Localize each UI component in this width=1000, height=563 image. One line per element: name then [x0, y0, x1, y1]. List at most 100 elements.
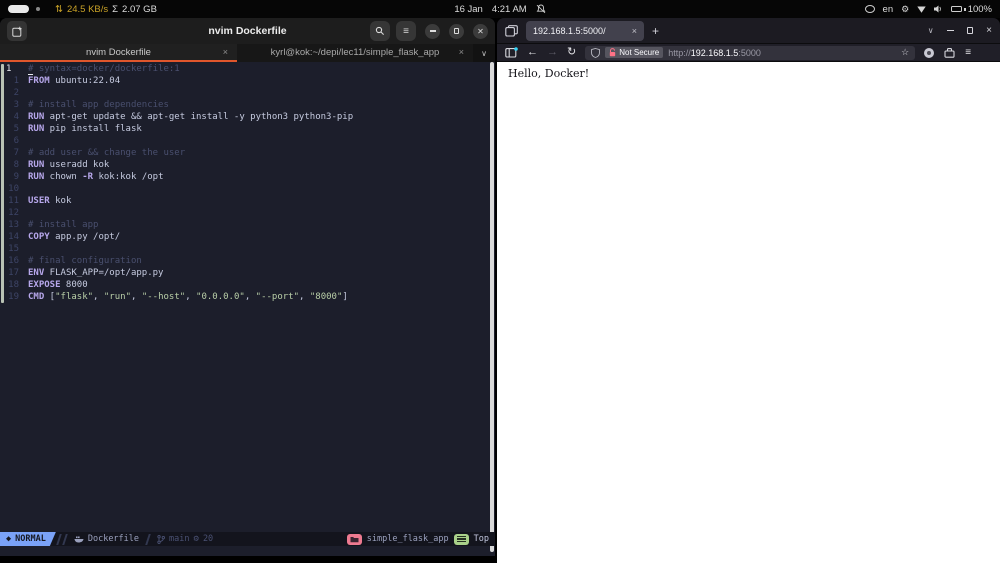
- close-button[interactable]: ✕: [473, 23, 488, 39]
- editor-line: 2: [13, 88, 19, 98]
- filetype-label: Dockerfile: [87, 534, 140, 544]
- terminal-window: nvim Dockerfile ≡ ✕ nvim Dockerfile × ky…: [0, 18, 495, 556]
- tab-overview-button[interactable]: ∨: [473, 44, 495, 62]
- editor-line: 7 # add user && change the user: [13, 148, 186, 158]
- editor-line: 3 # install app dependencies: [13, 100, 169, 110]
- list-all-tabs-button[interactable]: ∨: [928, 26, 934, 35]
- firefox-view-icon[interactable]: [505, 24, 518, 37]
- project-folder-icon: [346, 533, 362, 545]
- url-bar[interactable]: Not Secure http://192.168.1.5:5000 ☆: [585, 45, 916, 60]
- gear-icon: ⚙: [193, 534, 199, 544]
- terminal-tab-nvim[interactable]: nvim Dockerfile ×: [0, 44, 237, 62]
- battery-percent-label: 100%: [967, 3, 993, 15]
- editor-line: 6: [13, 136, 19, 146]
- minimize-button[interactable]: [425, 23, 440, 39]
- network-speed-indicator[interactable]: ⇅ 24.5 KB/s Σ 2.07 GB: [55, 4, 157, 15]
- date-label: 16 Jan: [454, 3, 483, 15]
- close-icon: ✕: [477, 26, 484, 36]
- editor-line: 9 RUN chown -R kok:kok /opt: [13, 172, 164, 182]
- chevron-down-icon: ∨: [481, 48, 487, 58]
- net-speed-value: 24.5 KB/s: [66, 3, 109, 15]
- url-text: http://192.168.1.5:5000: [668, 47, 761, 58]
- search-button[interactable]: [370, 21, 390, 41]
- page-content: Hello, Docker!: [497, 62, 1000, 563]
- editor-line: 13 # install app: [8, 220, 99, 230]
- change-count-label: 20: [202, 534, 214, 544]
- editor-line: 14 COPY app.py /opt/: [8, 232, 121, 242]
- sigma-icon: Σ: [112, 3, 119, 15]
- editor-line: 17 ENV FLASK_APP=/opt/app.py: [8, 268, 164, 278]
- nvim-statusline: ◆ NORMAL Dockerfile main ⚙ 20 simple_fla…: [0, 532, 495, 546]
- browser-window: 192.168.1.5:5000/ × + ∨ × ← → ↻ Not Secu…: [497, 18, 1000, 563]
- browser-tab[interactable]: 192.168.1.5:5000/ ×: [526, 20, 644, 41]
- search-icon: [375, 26, 384, 35]
- editor-line: 16 # final configuration: [8, 256, 142, 266]
- reload-button[interactable]: ↻: [567, 47, 576, 58]
- app-menu-icon[interactable]: ≡: [965, 47, 971, 58]
- back-button[interactable]: ←: [527, 47, 538, 58]
- close-button[interactable]: ×: [986, 25, 992, 36]
- project-label: simple_flask_app: [366, 534, 449, 544]
- maximize-icon: [453, 28, 460, 34]
- keyboard-layout-indicator[interactable]: en: [883, 4, 894, 15]
- nvim-editor[interactable]: 1 # syntax=docker/dockerfile:1 1 FROM ubunt…: [0, 62, 495, 532]
- branch-label: main: [169, 534, 190, 544]
- status-circle-icon[interactable]: [864, 5, 875, 13]
- insecure-lock-icon: [610, 48, 616, 57]
- account-icon[interactable]: [924, 47, 935, 58]
- terminal-scrollbar[interactable]: [490, 62, 494, 552]
- filetype-segment: Dockerfile: [74, 534, 139, 544]
- minimize-icon: [429, 30, 436, 32]
- editor-line: 8 RUN useradd kok: [13, 160, 110, 170]
- tab-close-icon[interactable]: ×: [632, 26, 637, 36]
- workspace-indicator-dot[interactable]: [36, 7, 40, 11]
- menu-button[interactable]: ≡: [396, 21, 416, 41]
- tab-label: nvim Dockerfile: [86, 46, 151, 58]
- new-tab-button[interactable]: [7, 21, 27, 41]
- docker-whale-icon: [74, 536, 84, 543]
- tab-close-icon[interactable]: ×: [459, 47, 464, 57]
- wifi-icon[interactable]: [917, 6, 926, 13]
- battery-indicator[interactable]: 100%: [951, 4, 992, 15]
- git-branch-icon: [157, 534, 165, 544]
- security-chip[interactable]: Not Secure: [605, 47, 664, 58]
- volume-icon[interactable]: [934, 5, 943, 13]
- workspace-indicator-active[interactable]: [8, 5, 29, 13]
- mode-label: NORMAL: [15, 534, 46, 544]
- editor-lines: 1 # syntax=docker/dockerfile:1 1 FROM ubunt…: [0, 62, 495, 303]
- scroll-position-icon: [453, 533, 469, 545]
- hamburger-icon: ≡: [403, 25, 409, 37]
- editor-line: 1 FROM ubuntu:22.04: [13, 76, 121, 86]
- terminal-tab-shell[interactable]: kyrl@kok:~/depi/lec11/simple_flask_app ×: [237, 44, 473, 62]
- editor-line: 10: [8, 184, 19, 194]
- forward-button[interactable]: →: [547, 47, 558, 58]
- editor-line: 15: [8, 244, 19, 254]
- clock-menu[interactable]: 16 Jan 4:21 AM: [454, 3, 546, 15]
- terminal-tab-bar: nvim Dockerfile × kyrl@kok:~/depi/lec11/…: [0, 44, 495, 62]
- time-label: 4:21 AM: [491, 3, 527, 15]
- editor-line: 19 CMD ["flask", "run", "--host", "0.0.0.…: [8, 292, 348, 302]
- bookmark-star-icon[interactable]: ☆: [901, 47, 909, 58]
- maximize-button[interactable]: [449, 23, 464, 39]
- battery-icon: [951, 6, 963, 12]
- terminal-headerbar: nvim Dockerfile ≡ ✕: [0, 18, 495, 44]
- tab-close-icon[interactable]: ×: [223, 47, 228, 57]
- editor-line: 5 RUN pip install flask: [13, 124, 142, 134]
- settings-gear-icon[interactable]: ⚙: [901, 4, 909, 15]
- tab-title: 192.168.1.5:5000/: [533, 25, 606, 36]
- minimize-button[interactable]: [946, 29, 954, 32]
- tracking-shield-icon[interactable]: [591, 47, 601, 58]
- maximize-button[interactable]: [966, 27, 974, 34]
- editor-line: 11 USER kok: [8, 196, 72, 206]
- system-top-bar: ⇅ 24.5 KB/s Σ 2.07 GB 16 Jan 4:21 AM en …: [0, 0, 1000, 18]
- new-tab-button[interactable]: +: [652, 24, 659, 38]
- vim-mode-icon: ◆: [6, 534, 12, 544]
- sidebar-toggle-icon[interactable]: [505, 47, 518, 58]
- updown-arrows-icon: ⇅: [55, 3, 63, 15]
- new-tab-icon: [11, 26, 21, 37]
- tab-label: kyrl@kok:~/depi/lec11/simple_flask_app: [270, 46, 440, 58]
- scroll-position-label: Top: [473, 534, 489, 544]
- editor-line: 1 # syntax=docker/dockerfile:1: [6, 64, 180, 75]
- extensions-icon[interactable]: [944, 47, 955, 58]
- security-label: Not Secure: [619, 48, 660, 57]
